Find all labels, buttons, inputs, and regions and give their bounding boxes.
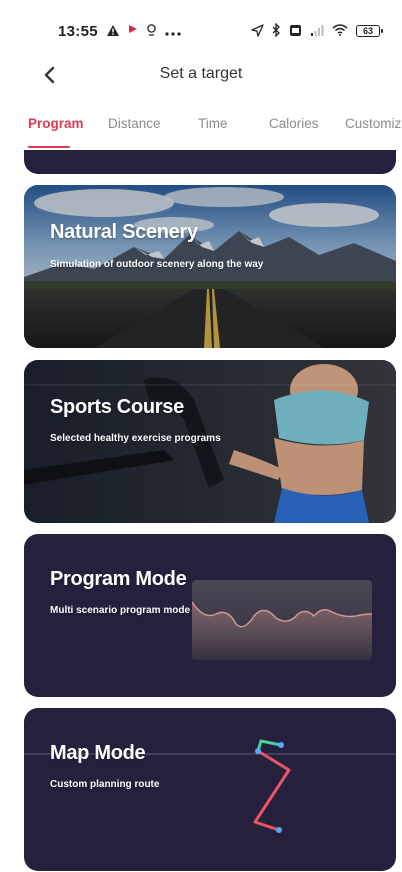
route-map-graphic [253, 739, 291, 833]
card-subtitle: Custom planning route [50, 779, 160, 790]
card-title: Sports Course [50, 396, 184, 418]
program-card-map-mode[interactable]: Map Mode Custom planning route [24, 708, 396, 871]
flag-icon [128, 24, 138, 38]
program-list: Natural Scenery Simulation of outdoor sc… [0, 150, 402, 872]
tab-time[interactable]: Time [198, 116, 228, 131]
tab-calories[interactable]: Calories [269, 116, 319, 131]
wifi-icon [332, 24, 348, 38]
signal-icon [310, 24, 324, 38]
page-title: Set a target [159, 65, 243, 82]
program-card-sports-course[interactable]: Sports Course Selected healthy exercise … [24, 360, 396, 523]
program-wave-graphic [192, 580, 372, 660]
location-pin-icon [146, 23, 157, 39]
program-card-program-mode[interactable]: Program Mode Multi scenario program mode [24, 534, 396, 697]
back-button[interactable] [36, 62, 62, 88]
battery-icon: 63 [356, 25, 383, 37]
warning-icon [106, 24, 120, 39]
tab-program[interactable]: Program [28, 116, 84, 131]
program-card-natural-scenery[interactable]: Natural Scenery Simulation of outdoor sc… [24, 185, 396, 348]
status-right: 63 [251, 22, 383, 39]
more-icon [165, 24, 181, 38]
active-tab-indicator [28, 146, 70, 148]
chevron-left-icon [44, 66, 55, 84]
status-left: 13:55 [58, 23, 181, 40]
nav-bar: Set a target [0, 52, 402, 96]
target-tabs: Program Distance Time Calories Customize [0, 108, 402, 150]
card-subtitle: Simulation of outdoor scenery along the … [50, 259, 264, 270]
sim-icon [289, 24, 302, 39]
card-subtitle: Multi scenario program mode [50, 605, 191, 616]
card-title: Natural Scenery [50, 221, 198, 243]
tab-distance[interactable]: Distance [108, 116, 161, 131]
navigation-icon [251, 23, 264, 39]
program-card-partial[interactable] [24, 150, 396, 174]
card-title: Program Mode [50, 568, 187, 590]
tab-customize[interactable]: Customize [345, 116, 402, 131]
bluetooth-icon [272, 22, 281, 39]
card-title: Map Mode [50, 742, 146, 764]
status-time: 13:55 [58, 22, 98, 40]
card-subtitle: Selected healthy exercise programs [50, 433, 221, 444]
